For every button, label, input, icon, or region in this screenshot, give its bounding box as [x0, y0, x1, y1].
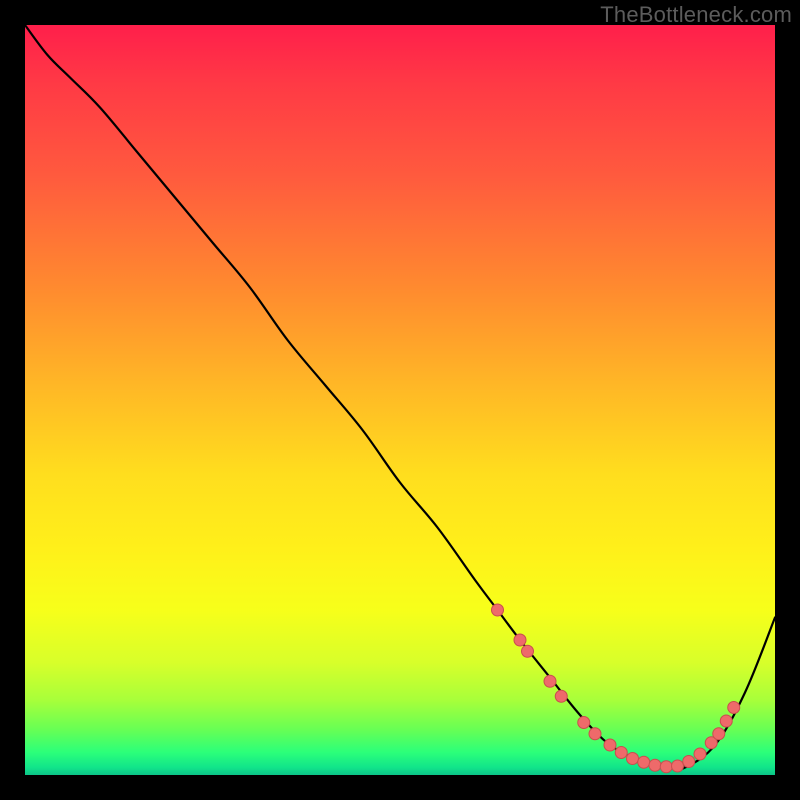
- curve-dot: [660, 761, 672, 773]
- curve-dot: [615, 747, 627, 759]
- curve-dot: [683, 756, 695, 768]
- curve-dot: [720, 715, 732, 727]
- curve-dot: [492, 604, 504, 616]
- curve-dot: [638, 756, 650, 768]
- curve-dot: [604, 739, 616, 751]
- curve-dot: [589, 728, 601, 740]
- plot-area: [25, 25, 775, 775]
- curve-dot: [694, 748, 706, 760]
- curve-dot: [522, 645, 534, 657]
- curve-dot: [713, 728, 725, 740]
- curve-dot: [514, 634, 526, 646]
- curve-dot: [672, 760, 684, 772]
- curve-dot: [728, 702, 740, 714]
- curve-dot: [578, 717, 590, 729]
- curve-svg: [25, 25, 775, 775]
- curve-dot: [555, 690, 567, 702]
- chart-frame: TheBottleneck.com: [0, 0, 800, 800]
- curve-dot: [649, 759, 661, 771]
- bottleneck-curve-path: [25, 25, 775, 770]
- curve-dot: [627, 753, 639, 765]
- curve-dot: [544, 675, 556, 687]
- curve-dots-group: [492, 604, 740, 773]
